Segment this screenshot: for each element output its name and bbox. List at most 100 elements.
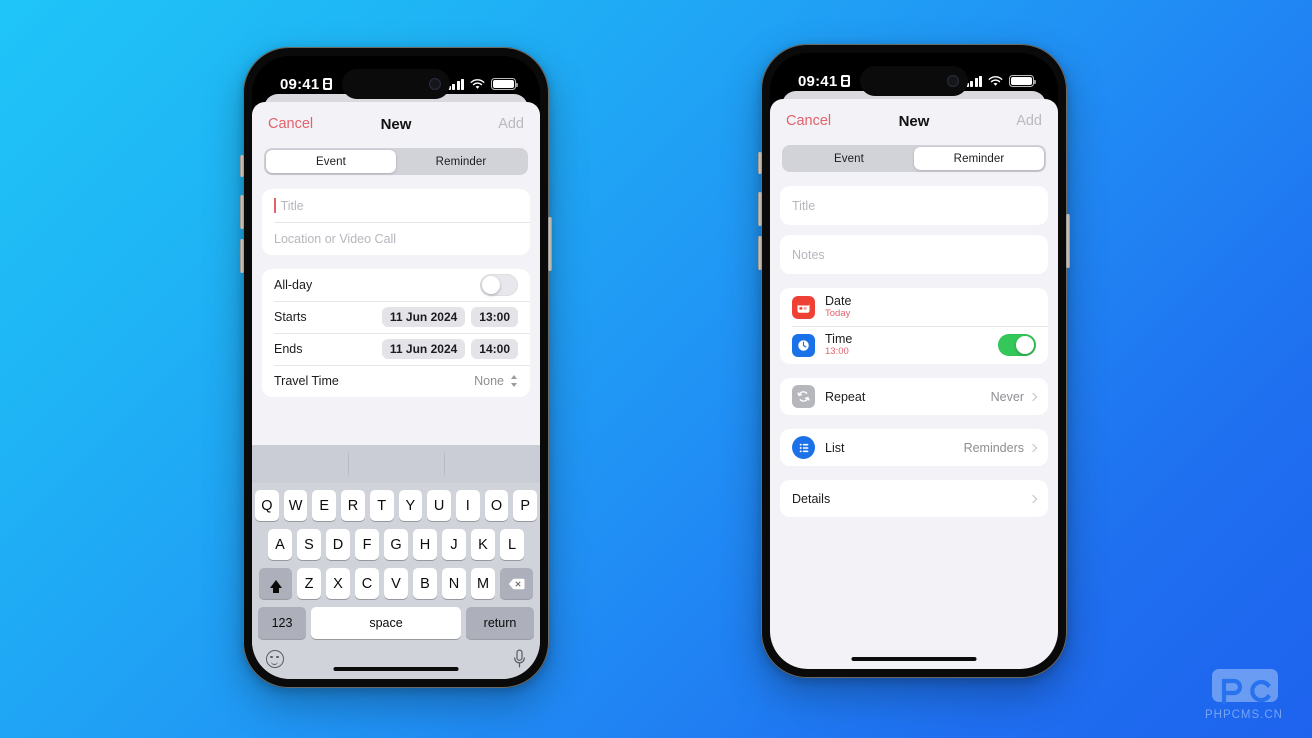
- key-n[interactable]: N: [442, 568, 466, 599]
- key-z[interactable]: Z: [297, 568, 321, 599]
- power-button[interactable]: [548, 217, 552, 271]
- key-h[interactable]: H: [413, 529, 437, 560]
- key-o[interactable]: O: [484, 490, 509, 521]
- new-event-sheet: Cancel New Add Event Reminder Title Loca…: [252, 102, 540, 679]
- key-t[interactable]: T: [369, 490, 394, 521]
- title-location-group: Title Location or Video Call: [262, 189, 530, 255]
- cancel-button[interactable]: Cancel: [268, 116, 313, 132]
- title-group-right: Title: [780, 186, 1048, 225]
- list-label: List: [825, 440, 845, 455]
- time-value: 13:00: [825, 346, 849, 358]
- sheet-navbar-left: Cancel New Add: [252, 102, 540, 146]
- home-indicator-right[interactable]: [851, 656, 977, 661]
- dynamic-island-right: [860, 66, 968, 96]
- starts-row[interactable]: Starts 11 Jun 2024 13:00: [262, 301, 530, 333]
- location-field-row[interactable]: Location or Video Call: [262, 222, 530, 255]
- action-button[interactable]: [758, 152, 762, 174]
- key-w[interactable]: W: [283, 490, 308, 521]
- volume-down-button[interactable]: [758, 236, 762, 270]
- calendar-icon: [792, 295, 815, 319]
- screenshot-canvas: 09:41 Cancel New Add Event Reminder Titl…: [0, 0, 1312, 738]
- title-field-row[interactable]: Title: [780, 186, 1048, 225]
- chevron-right-icon: [1028, 494, 1038, 503]
- key-d[interactable]: D: [326, 529, 350, 560]
- details-row[interactable]: Details: [780, 480, 1048, 517]
- notes-placeholder: Notes: [792, 247, 825, 262]
- key-q[interactable]: Q: [254, 490, 279, 521]
- key-u[interactable]: U: [427, 490, 451, 521]
- software-keyboard[interactable]: Q W E R T Y U I O P A S D F G H J K L Z …: [252, 445, 540, 679]
- backspace-key[interactable]: [500, 568, 533, 599]
- ends-row[interactable]: Ends 11 Jun 2024 14:00: [262, 333, 530, 365]
- add-button[interactable]: Add: [1016, 113, 1042, 129]
- time-row[interactable]: Time 13:00: [780, 326, 1048, 364]
- pc-logo-icon: [1212, 669, 1278, 705]
- date-time-group: All-day Starts 11 Jun 2024 13:00 Ends 11…: [262, 269, 530, 397]
- list-icon: [792, 436, 815, 459]
- home-indicator-left[interactable]: [333, 666, 459, 671]
- volume-up-button[interactable]: [240, 195, 244, 229]
- event-reminder-segmented-control-left[interactable]: Event Reminder: [264, 148, 528, 175]
- numeric-key[interactable]: 123: [258, 607, 306, 639]
- key-m[interactable]: M: [471, 568, 495, 599]
- ends-time-value[interactable]: 14:00: [471, 339, 518, 359]
- segment-event[interactable]: Event: [784, 147, 914, 170]
- cancel-button[interactable]: Cancel: [786, 113, 831, 129]
- microphone-icon[interactable]: [513, 649, 526, 669]
- key-x[interactable]: X: [326, 568, 350, 599]
- key-y[interactable]: Y: [398, 490, 423, 521]
- new-reminder-sheet: Cancel New Add Event Reminder Title Note…: [770, 99, 1058, 669]
- key-e[interactable]: E: [312, 490, 337, 521]
- notes-field-row[interactable]: Notes: [780, 235, 1048, 274]
- starts-date-value[interactable]: 11 Jun 2024: [381, 307, 466, 327]
- details-group: Details: [780, 480, 1048, 517]
- repeat-group: Repeat Never: [780, 378, 1048, 415]
- all-day-toggle[interactable]: [480, 274, 518, 296]
- key-k[interactable]: K: [471, 529, 495, 560]
- key-j[interactable]: J: [442, 529, 466, 560]
- date-row[interactable]: Date Today: [780, 288, 1048, 326]
- volume-down-button[interactable]: [240, 239, 244, 273]
- chevron-right-icon: [1028, 443, 1038, 452]
- shift-key[interactable]: [259, 568, 292, 599]
- key-b[interactable]: B: [413, 568, 437, 599]
- space-key[interactable]: space: [311, 607, 461, 639]
- event-reminder-segmented-control-right[interactable]: Event Reminder: [782, 145, 1046, 172]
- return-key[interactable]: return: [466, 607, 534, 639]
- key-s[interactable]: S: [297, 529, 321, 560]
- all-day-row[interactable]: All-day: [262, 269, 530, 301]
- power-button[interactable]: [1066, 214, 1070, 268]
- predictive-text-bar[interactable]: [252, 445, 540, 483]
- list-value: Reminders: [963, 440, 1024, 455]
- ends-label: Ends: [274, 342, 303, 356]
- add-button[interactable]: Add: [498, 116, 524, 132]
- key-i[interactable]: I: [455, 490, 480, 521]
- date-time-group-right: Date Today Time 13:00: [780, 288, 1048, 364]
- key-l[interactable]: L: [500, 529, 524, 560]
- key-p[interactable]: P: [513, 490, 538, 521]
- ends-date-value[interactable]: 11 Jun 2024: [381, 339, 466, 359]
- repeat-row[interactable]: Repeat Never: [780, 378, 1048, 415]
- starts-time-value[interactable]: 13:00: [471, 307, 518, 327]
- key-r[interactable]: R: [341, 490, 365, 521]
- segment-reminder[interactable]: Reminder: [914, 147, 1044, 170]
- key-f[interactable]: F: [355, 529, 379, 560]
- title-field-row[interactable]: Title: [262, 189, 530, 222]
- sheet-navbar-right: Cancel New Add: [770, 99, 1058, 143]
- notes-group-right: Notes: [780, 235, 1048, 274]
- list-row[interactable]: List Reminders: [780, 429, 1048, 466]
- travel-time-label: Travel Time: [274, 374, 339, 388]
- key-v[interactable]: V: [384, 568, 408, 599]
- emoji-icon[interactable]: [266, 650, 284, 668]
- travel-time-row[interactable]: Travel Time None: [262, 365, 530, 397]
- key-a[interactable]: A: [268, 529, 292, 560]
- segment-reminder[interactable]: Reminder: [396, 150, 526, 173]
- action-button[interactable]: [240, 155, 244, 177]
- key-g[interactable]: G: [384, 529, 408, 560]
- time-toggle[interactable]: [998, 334, 1036, 356]
- volume-up-button[interactable]: [758, 192, 762, 226]
- keyboard-row-4: 123 space return: [255, 607, 537, 639]
- segment-event[interactable]: Event: [266, 150, 396, 173]
- key-c[interactable]: C: [355, 568, 379, 599]
- chevron-up-down-icon[interactable]: [510, 375, 518, 387]
